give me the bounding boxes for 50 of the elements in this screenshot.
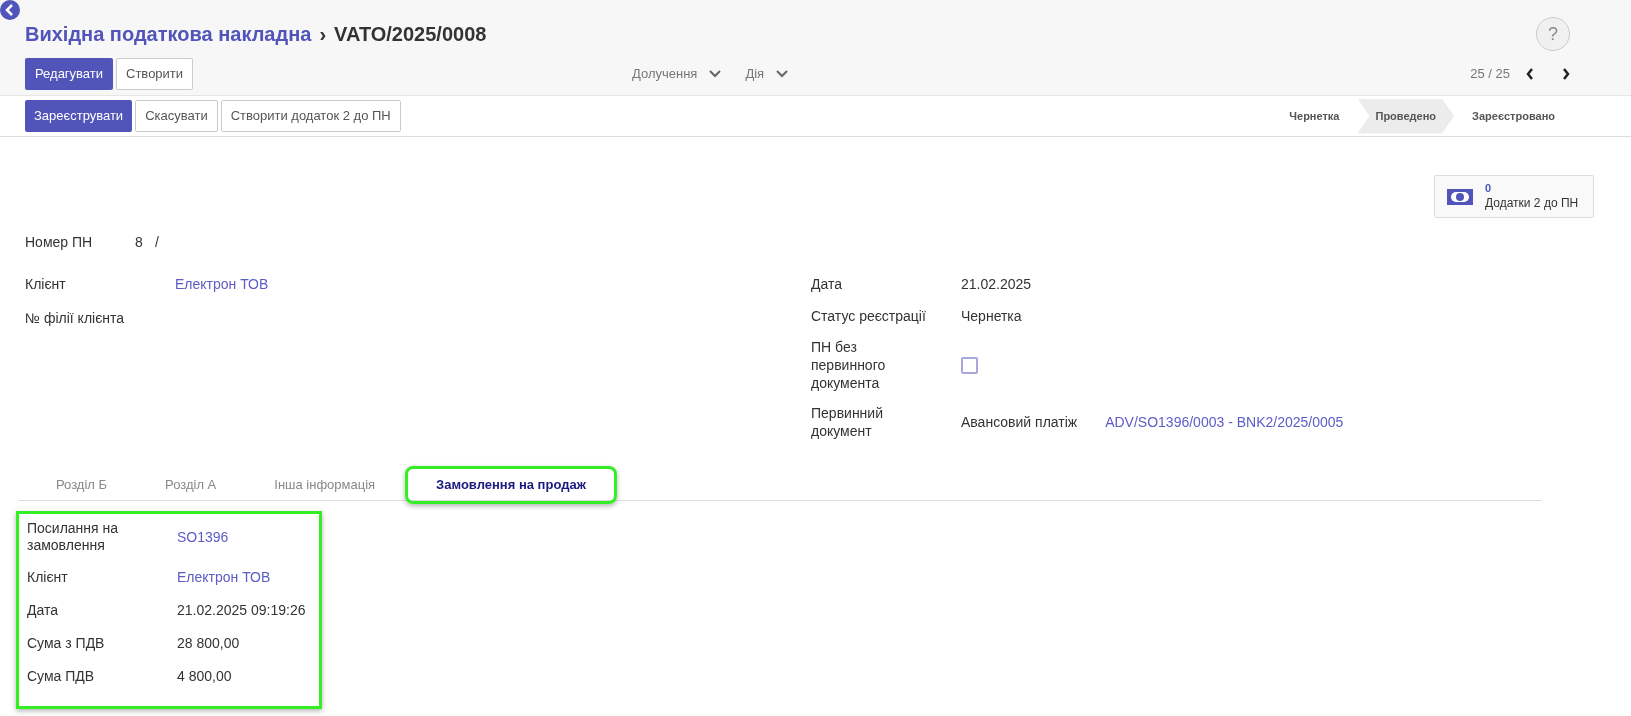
field-label: Посилання на замовлення — [27, 520, 120, 554]
field-label: Дата — [27, 601, 59, 619]
field-value: 8 — [135, 233, 144, 252]
status-step[interactable]: Проведено — [1357, 98, 1455, 134]
field-label: Сума ПДВ — [27, 667, 96, 685]
action-button[interactable]: Скасувати — [135, 100, 218, 132]
field-value: Чернетка — [961, 307, 1022, 326]
breadcrumb-link[interactable]: Вихідна податкова накладна — [25, 19, 312, 49]
action-button[interactable]: Створити додаток 2 до ПН — [220, 100, 401, 132]
tab[interactable]: Замовлення на продаж — [405, 466, 617, 504]
field-label: Номер ПН — [25, 233, 94, 252]
edit-button[interactable]: Редагувати — [25, 58, 114, 90]
chevron-right-icon[interactable] — [1562, 68, 1570, 80]
breadcrumb-separator: › — [319, 22, 327, 47]
chevron-down-icon — [709, 70, 722, 78]
stat-label: Додатки 2 до ПН — [1485, 195, 1579, 211]
create-button[interactable]: Створити — [116, 58, 194, 90]
stat-button[interactable]: 0 Додатки 2 до ПН — [1434, 175, 1594, 218]
action-button[interactable]: Зареєструвати — [25, 100, 133, 132]
field-value: / — [155, 233, 159, 252]
field-label: Первинний документ — [811, 404, 884, 440]
chevron-down-icon — [776, 70, 789, 78]
tab[interactable]: Розділ А — [137, 466, 245, 504]
field-label: Статус реєстрації — [811, 307, 927, 325]
pager-counter: 25 / 25 — [1470, 65, 1510, 84]
link[interactable]: Електрон ТОВ — [175, 274, 269, 294]
dropdown-menu[interactable]: Дія — [745, 64, 789, 84]
field-value: 4 800,00 — [177, 667, 232, 686]
field-label: Сума з ПДВ — [27, 634, 106, 652]
field-label: Клієнт — [27, 568, 69, 586]
chevron-left-icon[interactable] — [1526, 68, 1534, 80]
link[interactable]: Електрон ТОВ — [177, 567, 271, 587]
help-button[interactable]: ? — [1536, 17, 1570, 51]
checkbox[interactable] — [961, 356, 978, 374]
link[interactable]: SO1396 — [177, 527, 229, 547]
field-value: 21.02.2025 — [961, 275, 1032, 294]
link[interactable]: ADV/SO1396/0003 - BNK2/2025/0005 — [1105, 412, 1344, 432]
record-title: VATO/2025/0008 — [334, 22, 487, 47]
tab[interactable]: Інша інформація — [246, 466, 404, 504]
tab[interactable]: Розділ Б — [28, 466, 136, 504]
field-value: Авансовий платіж — [961, 413, 1078, 432]
field-value: 21.02.2025 09:19:26 — [177, 601, 306, 620]
field-label: ПН без первинного документа — [811, 338, 887, 392]
field-label: № філії клієнта — [25, 309, 126, 328]
dropdown-menu[interactable]: Долучення — [632, 64, 722, 84]
field-label: Дата — [811, 275, 843, 293]
field-value: 28 800,00 — [177, 634, 240, 653]
stat-count: 0 — [1485, 182, 1492, 196]
field-label: Клієнт — [25, 275, 67, 294]
banknote-icon — [1447, 188, 1473, 205]
